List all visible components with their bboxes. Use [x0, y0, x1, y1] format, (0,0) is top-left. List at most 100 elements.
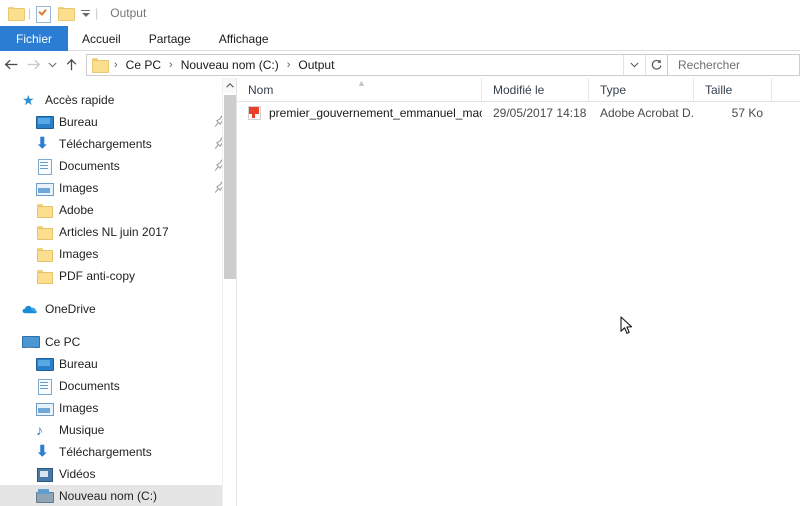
tab-fichier[interactable]: Fichier: [0, 26, 69, 51]
tab-partage[interactable]: Partage: [135, 26, 205, 51]
sidebar-item-telechargements-pc[interactable]: ⬇ Téléchargements: [0, 441, 236, 463]
sidebar-item-label: Bureau: [59, 357, 98, 371]
sidebar-item-nouveau-nom-c[interactable]: Nouveau nom (C:): [0, 485, 236, 506]
sidebar-item-label: Vidéos: [59, 467, 96, 481]
sidebar-item-pdf-anti-copy[interactable]: PDF anti-copy: [0, 265, 236, 287]
folder-icon: [36, 246, 53, 262]
breadcrumb-separator: ›: [286, 58, 291, 71]
sidebar-item-label: Documents: [59, 159, 120, 173]
sidebar-item-bureau-qa[interactable]: Bureau: [0, 111, 236, 133]
computer-icon: [22, 334, 40, 350]
sidebar-item-label: Images: [59, 401, 99, 415]
sidebar-item-musique[interactable]: ♪ Musique: [0, 419, 236, 441]
video-icon: [36, 466, 53, 482]
file-modified-cell: 29/05/2017 14:18: [493, 106, 587, 120]
sidebar-item-adobe[interactable]: Adobe: [0, 199, 236, 221]
sidebar-item-documents-qa[interactable]: Documents: [0, 155, 236, 177]
new-folder-icon[interactable]: [58, 6, 76, 21]
documents-icon: [36, 158, 52, 175]
nav-top-spacer: [0, 78, 236, 89]
back-button[interactable]: [0, 54, 22, 76]
scroll-up-arrow-icon[interactable]: [223, 78, 236, 93]
file-name-cell[interactable]: premier_gouvernement_emmanuel_mac...: [237, 105, 482, 121]
file-name-label: premier_gouvernement_emmanuel_mac...: [269, 106, 482, 120]
pictures-icon: [36, 180, 54, 196]
folder-icon: [36, 224, 53, 240]
up-button[interactable]: [60, 54, 82, 76]
column-header-taille[interactable]: Taille: [694, 78, 772, 101]
sidebar-item-label: Bureau: [59, 115, 98, 129]
sidebar-item-images-pc[interactable]: Images: [0, 397, 236, 419]
nav-section-spacer: [0, 320, 236, 331]
sidebar-item-label: Ce PC: [45, 335, 81, 349]
sort-ascending-icon: ▲: [357, 78, 366, 88]
breadcrumb-separator: ›: [114, 58, 118, 71]
breadcrumb[interactable]: › Ce PC › Nouveau nom (C:) › Output: [86, 53, 668, 76]
explorer-body: ★ Accès rapide Bureau ⬇ Téléchargements …: [0, 78, 800, 506]
breadcrumb-item-nouveau-nom-c[interactable]: Nouveau nom (C:): [178, 58, 282, 72]
sidebar-item-images-qa[interactable]: Images: [0, 177, 236, 199]
drive-icon: [36, 488, 54, 504]
sidebar-item-label: Accès rapide: [45, 93, 115, 107]
column-header-modifie-le[interactable]: Modifié le: [482, 78, 589, 101]
sidebar-item-label: Nouveau nom (C:): [59, 489, 158, 503]
breadcrumb-separator: ›: [169, 58, 173, 71]
search-placeholder: Rechercher: [678, 57, 741, 72]
sidebar-item-documents-pc[interactable]: Documents: [0, 375, 236, 397]
sidebar-item-videos[interactable]: Vidéos: [0, 463, 236, 485]
sidebar-item-bureau-pc[interactable]: Bureau: [0, 353, 236, 375]
refresh-icon[interactable]: [645, 54, 667, 75]
sidebar-item-label: OneDrive: [45, 302, 96, 316]
tab-affichage[interactable]: Affichage: [205, 26, 283, 51]
sidebar-item-label: Adobe: [59, 203, 94, 217]
sidebar-item-label: Images: [59, 181, 99, 195]
sidebar-section-onedrive[interactable]: OneDrive: [0, 298, 236, 320]
cloud-icon: [22, 301, 38, 317]
star-icon: ★: [22, 92, 35, 108]
ribbon-tab-bar: Fichier Accueil Partage Affichage: [0, 26, 800, 51]
breadcrumb-folder-icon: [92, 58, 109, 73]
breadcrumb-item-output[interactable]: Output: [295, 58, 337, 72]
tab-accueil[interactable]: Accueil: [68, 26, 135, 51]
sidebar-item-articles-nl-juin-2017[interactable]: Articles NL juin 2017: [0, 221, 236, 243]
navigation-pane: ★ Accès rapide Bureau ⬇ Téléchargements …: [0, 78, 236, 506]
column-header-type[interactable]: Type: [589, 78, 694, 101]
sidebar-item-label: PDF anti-copy: [59, 269, 136, 283]
breadcrumb-item-ce-pc[interactable]: Ce PC: [123, 58, 164, 72]
table-row[interactable]: premier_gouvernement_emmanuel_mac... 29/…: [237, 102, 800, 124]
sidebar-item-label: Téléchargements: [59, 137, 152, 151]
address-bar: › Ce PC › Nouveau nom (C:) › Output Rech…: [0, 51, 800, 78]
documents-icon: [36, 378, 52, 395]
sidebar-item-label: Images: [59, 247, 99, 261]
folder-icon: [36, 268, 53, 284]
file-type-cell: Adobe Acrobat D...: [600, 106, 694, 120]
file-explorer-window: | | Output Fichier Accueil Partage Affic…: [0, 0, 800, 506]
sidebar-section-acces-rapide[interactable]: ★ Accès rapide: [0, 89, 236, 111]
scrollbar-thumb[interactable]: [224, 95, 236, 279]
navigation-pane-scrollbar[interactable]: [222, 78, 236, 506]
folder-icon: [36, 202, 53, 218]
music-icon: ♪: [36, 422, 43, 438]
sidebar-item-label: Téléchargements: [59, 445, 152, 459]
properties-icon[interactable]: [36, 5, 52, 23]
breadcrumb-history-chevron-down-icon[interactable]: [623, 54, 645, 75]
customize-caret-icon[interactable]: [75, 9, 91, 17]
sidebar-item-images-folder[interactable]: Images: [0, 243, 236, 265]
file-size-cell: 57 Ko: [731, 106, 763, 120]
download-icon: ⬇: [36, 135, 49, 152]
pdf-file-icon: [248, 105, 262, 121]
sidebar-item-label: Articles NL juin 2017: [59, 225, 169, 239]
forward-button[interactable]: [22, 54, 44, 76]
title-bar: | | Output: [0, 0, 800, 26]
toolbar-divider: |: [28, 6, 32, 20]
sidebar-item-label: Musique: [59, 423, 105, 437]
sidebar-section-ce-pc[interactable]: Ce PC: [0, 331, 236, 353]
search-input[interactable]: Rechercher: [668, 53, 800, 76]
folder-icon: [8, 6, 25, 21]
desktop-icon: [36, 356, 54, 372]
title-divider: |: [95, 6, 99, 20]
recent-locations-chevron-down-icon[interactable]: [44, 54, 60, 76]
sidebar-item-telechargements-qa[interactable]: ⬇ Téléchargements: [0, 133, 236, 155]
download-icon: ⬇: [36, 443, 49, 460]
sidebar-item-label: Documents: [59, 379, 120, 393]
